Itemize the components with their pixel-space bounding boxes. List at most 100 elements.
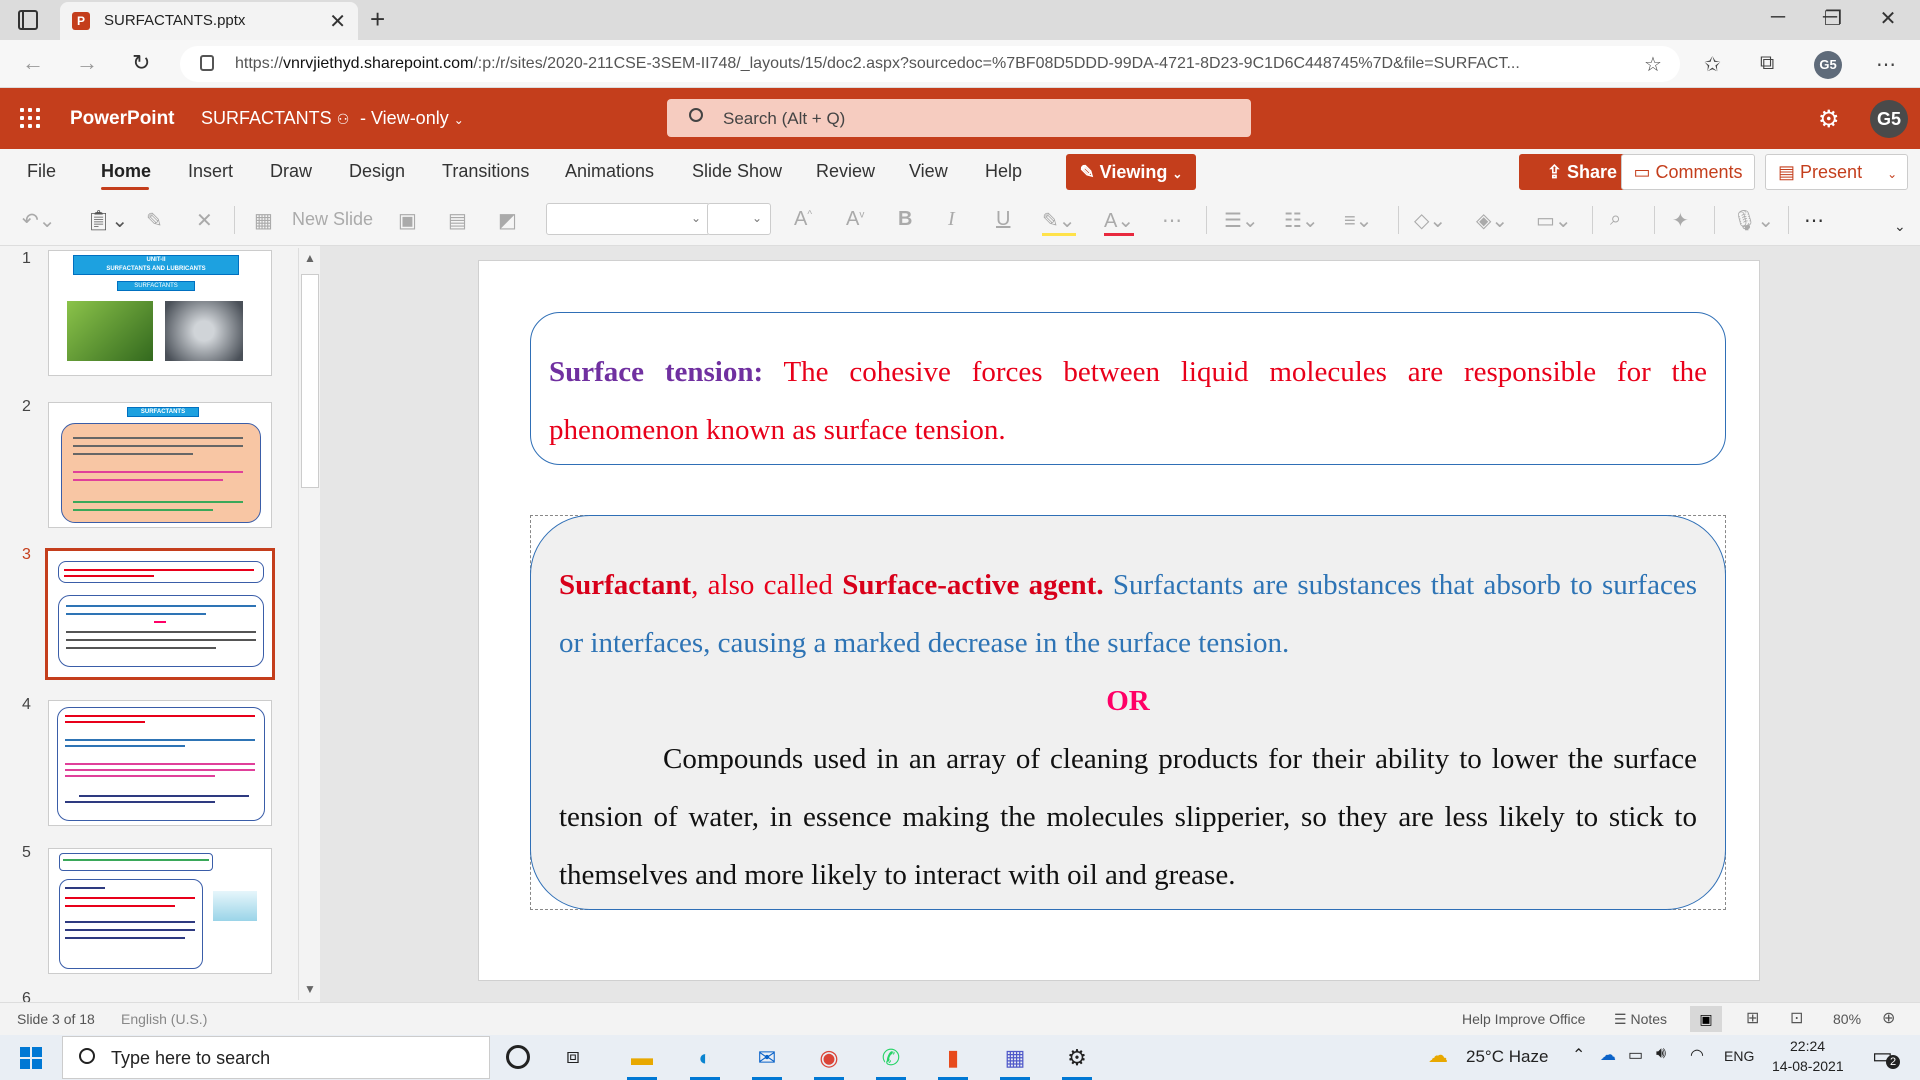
browser-profile-avatar[interactable]: G5 <box>1814 51 1842 79</box>
zoom-level[interactable]: 80% <box>1833 1011 1861 1027</box>
help-improve-office-link[interactable]: Help Improve Office <box>1462 1011 1585 1027</box>
tab-draw[interactable]: Draw <box>270 161 312 182</box>
slide-thumbnail-3-selected[interactable] <box>45 548 275 680</box>
shape-outline-icon[interactable]: ▭⌄ <box>1536 208 1572 233</box>
url-field[interactable]: https://vnrvjiethyd.sharepoint.com/:p:/r… <box>180 46 1680 82</box>
more-options-icon[interactable]: ⋯ <box>1804 208 1824 233</box>
back-icon[interactable]: ← <box>22 50 44 76</box>
battery-icon[interactable]: ▭ <box>1628 1045 1643 1065</box>
font-family-select[interactable]: ⌄ <box>546 203 710 235</box>
highlight-icon[interactable]: ✎⌄ <box>1042 208 1076 236</box>
clock-date[interactable]: 14-08-2021 <box>1772 1058 1844 1074</box>
taskbar-search-input[interactable]: Type here to search <box>62 1036 490 1079</box>
lock-icon[interactable] <box>200 55 214 71</box>
scrollbar-thumb[interactable] <box>301 274 319 488</box>
show-hidden-icons-icon[interactable]: ⌃ <box>1572 1045 1585 1065</box>
view-mode-dropdown[interactable]: - View-only ⌄ <box>360 108 464 129</box>
new-slide-icon[interactable]: ▦ <box>254 208 273 233</box>
app-name[interactable]: PowerPoint <box>70 108 175 130</box>
gear-icon[interactable]: ⚙ <box>1818 105 1840 134</box>
windows-start-icon[interactable] <box>20 1047 42 1069</box>
comments-button[interactable]: ▭ Comments <box>1621 154 1755 190</box>
search-input[interactable]: Search (Alt + Q) <box>667 99 1251 137</box>
tab-design[interactable]: Design <box>349 161 405 182</box>
settings-gear-icon[interactable]: ⚙ <box>1058 1039 1096 1080</box>
reuse-slide-icon[interactable]: ▣ <box>398 208 417 233</box>
favorites-icon[interactable]: ✩ <box>1704 52 1721 77</box>
tab-insert[interactable]: Insert <box>188 161 233 182</box>
clock-time[interactable]: 22:24 <box>1790 1038 1825 1054</box>
fit-to-window-icon[interactable]: ⊕ <box>1882 1008 1895 1028</box>
reload-icon[interactable]: ↻ <box>132 50 150 76</box>
volume-icon[interactable]: 🔊︎ <box>1656 1045 1666 1063</box>
numbering-icon[interactable]: ☷⌄ <box>1284 208 1319 233</box>
wifi-icon[interactable]: ◠ <box>1690 1045 1704 1065</box>
app-launcher-icon[interactable] <box>20 108 40 128</box>
tab-view[interactable]: View <box>909 161 948 182</box>
thumbnail-scrollbar[interactable]: ▲ ▼ <box>298 248 320 1000</box>
window-minimize-icon[interactable]: ─ <box>1758 6 1798 29</box>
viewing-mode-button[interactable]: ✎ Viewing ⌄ <box>1066 154 1196 190</box>
browser-menu-icon[interactable]: ⋯ <box>1876 52 1896 77</box>
tab-help[interactable]: Help <box>985 161 1022 182</box>
font-color-icon[interactable]: A⌄ <box>1104 208 1135 236</box>
close-tab-icon[interactable]: ✕ <box>329 9 346 34</box>
notes-button[interactable]: ☰ Notes <box>1614 1011 1667 1028</box>
new-slide-button[interactable]: New Slide <box>292 209 373 230</box>
hide-slide-icon[interactable]: ◩ <box>498 208 517 233</box>
slide-thumbnail-2[interactable]: SURFACTANTS <box>48 402 272 528</box>
find-icon[interactable]: ⌕ <box>1610 208 1621 231</box>
normal-view-icon[interactable]: ▣ <box>1690 1006 1722 1032</box>
mail-icon[interactable]: ✉ <box>748 1039 786 1080</box>
teams-icon[interactable]: ▦ <box>996 1039 1034 1080</box>
slide-thumbnail-5[interactable] <box>48 848 272 974</box>
user-avatar[interactable]: G5 <box>1870 100 1908 138</box>
onedrive-icon[interactable]: ☁ <box>1600 1045 1616 1065</box>
shapes-icon[interactable]: ◇⌄ <box>1414 208 1446 233</box>
ribbon-expand-icon[interactable]: ⌄ <box>1894 218 1906 235</box>
bullets-icon[interactable]: ☰⌄ <box>1224 208 1259 233</box>
tab-slide-show[interactable]: Slide Show <box>692 161 782 182</box>
dictate-icon[interactable]: 🎙︎⌄ <box>1732 208 1774 233</box>
cortana-icon[interactable] <box>506 1045 530 1069</box>
window-restore-icon[interactable]: ❐ <box>1813 6 1853 31</box>
whatsapp-icon[interactable]: ✆ <box>872 1039 910 1080</box>
scroll-up-icon[interactable]: ▲ <box>304 251 316 265</box>
scroll-down-icon[interactable]: ▼ <box>304 982 316 996</box>
tab-home[interactable]: Home <box>101 161 151 182</box>
weather-icon[interactable]: ☁ <box>1428 1043 1448 1068</box>
new-tab-icon[interactable]: + <box>370 4 385 35</box>
italic-icon[interactable]: I <box>948 208 955 231</box>
present-button[interactable]: ▤ Present ⌄ <box>1765 154 1908 190</box>
chevron-down-icon[interactable]: ⌄ <box>1887 167 1897 181</box>
tab-review[interactable]: Review <box>816 161 875 182</box>
collections-icon[interactable]: ⧉ <box>1760 52 1774 75</box>
slide-sorter-icon[interactable]: ⊞ <box>1746 1008 1759 1028</box>
layout-icon[interactable]: ▤ <box>448 208 467 233</box>
file-explorer-icon[interactable]: ▬ <box>623 1039 661 1080</box>
edge-browser-icon[interactable]: ◐ <box>686 1039 724 1080</box>
more-font-options-icon[interactable]: ⋯ <box>1162 208 1182 233</box>
format-painter-icon[interactable]: ✎ <box>146 208 163 233</box>
delete-icon[interactable]: ✕ <box>196 208 213 233</box>
document-name[interactable]: SURFACTANTS ⚇ <box>201 108 349 129</box>
shape-fill-icon[interactable]: ◈⌄ <box>1476 208 1508 233</box>
office-icon[interactable]: ▮ <box>934 1039 972 1080</box>
designer-icon[interactable]: ✦ <box>1672 208 1689 233</box>
underline-icon[interactable]: U <box>996 208 1010 231</box>
tab-actions-icon[interactable] <box>18 10 38 30</box>
tab-file[interactable]: File <box>27 161 56 182</box>
tab-animations[interactable]: Animations <box>565 161 654 182</box>
forward-icon[interactable]: → <box>76 50 98 76</box>
chrome-icon[interactable]: ◉ <box>810 1039 848 1080</box>
slide-thumbnail-4[interactable] <box>48 700 272 826</box>
align-icon[interactable]: ≡⌄ <box>1344 208 1372 233</box>
decrease-font-icon[interactable]: Av <box>846 208 864 231</box>
weather-text[interactable]: 25°C Haze <box>1466 1047 1548 1067</box>
undo-icon[interactable]: ↶⌄ <box>22 208 56 233</box>
task-view-icon[interactable]: ⧈ <box>566 1043 580 1069</box>
increase-font-icon[interactable]: A^ <box>794 208 812 231</box>
bold-icon[interactable]: B <box>898 208 912 231</box>
window-close-icon[interactable]: ✕ <box>1868 6 1908 31</box>
paste-icon[interactable]: 📋︎⌄ <box>86 208 128 233</box>
